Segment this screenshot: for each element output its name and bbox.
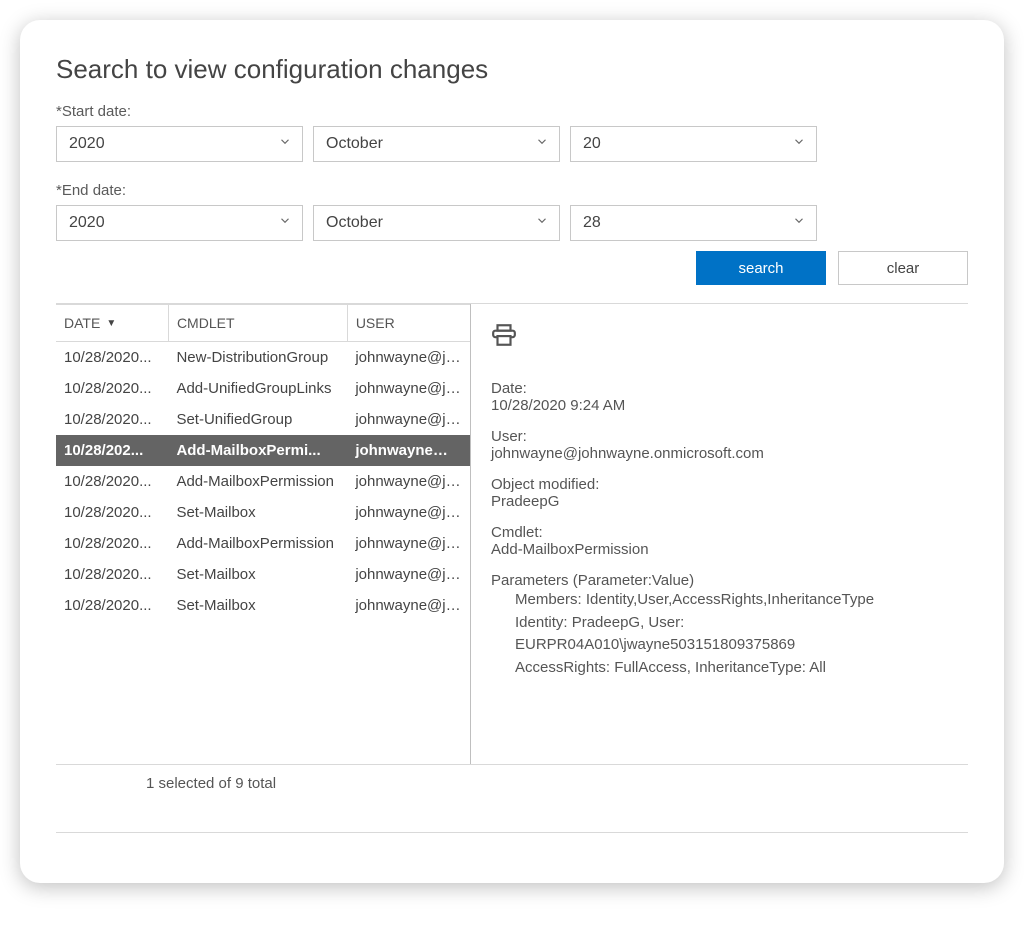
- param-line: Members: Identity,User,AccessRights,Inhe…: [491, 589, 958, 612]
- col-header-date-label: DATE: [64, 315, 100, 331]
- detail-cmdlet-value: Add-MailboxPermission: [491, 541, 958, 558]
- detail-date-value: 10/28/2020 9:24 AM: [491, 397, 958, 414]
- cell-date: 10/28/2020...: [56, 342, 168, 374]
- table-row[interactable]: 10/28/2020...Add-MailboxPermissionjohnwa…: [56, 466, 470, 497]
- table-row[interactable]: 10/28/2020...Set-Mailboxjohnwayne@joh...: [56, 497, 470, 528]
- chevron-down-icon: [792, 135, 806, 154]
- detail-object-value: PradeepG: [491, 493, 958, 510]
- cell-user: johnwayne@joh...: [347, 342, 470, 374]
- cell-date: 10/28/2020...: [56, 404, 168, 435]
- action-row: search clear: [56, 251, 968, 285]
- chevron-down-icon: [278, 214, 292, 233]
- end-year-value: 2020: [69, 214, 105, 232]
- col-header-user[interactable]: USER: [347, 305, 470, 342]
- param-line: AccessRights: FullAccess, InheritanceTyp…: [491, 657, 958, 680]
- table-row[interactable]: 10/28/2020...New-DistributionGroupjohnwa…: [56, 342, 470, 374]
- cell-user: johnwayne@j...: [347, 435, 470, 466]
- cell-cmdlet: Set-Mailbox: [168, 559, 347, 590]
- clear-button[interactable]: clear: [838, 251, 968, 285]
- chevron-down-icon: [535, 214, 549, 233]
- detail-cmdlet-label: Cmdlet:: [491, 524, 958, 541]
- detail-object-label: Object modified:: [491, 476, 958, 493]
- cell-user: johnwayne@joh...: [347, 404, 470, 435]
- selection-status: 1 selected of 9 total: [56, 765, 968, 832]
- start-month-value: October: [326, 135, 383, 153]
- start-month-select[interactable]: October: [313, 126, 560, 162]
- page-title: Search to view configuration changes: [56, 54, 968, 85]
- end-month-select[interactable]: October: [313, 205, 560, 241]
- cell-date: 10/28/2020...: [56, 466, 168, 497]
- end-day-select[interactable]: 28: [570, 205, 817, 241]
- results-pane: DATE ▼ CMDLET USER 10/28/2020...New-Dist…: [56, 304, 968, 764]
- cell-cmdlet: Set-UnifiedGroup: [168, 404, 347, 435]
- cell-cmdlet: Add-MailboxPermission: [168, 466, 347, 497]
- detail-pane: Date: 10/28/2020 9:24 AM User: johnwayne…: [471, 304, 968, 764]
- end-date-row: 2020 October 28: [56, 205, 968, 241]
- start-day-select[interactable]: 20: [570, 126, 817, 162]
- cell-cmdlet: Add-MailboxPermission: [168, 528, 347, 559]
- cell-user: johnwayne@joh...: [347, 528, 470, 559]
- cell-cmdlet: Add-MailboxPermi...: [168, 435, 347, 466]
- end-day-value: 28: [583, 214, 601, 232]
- table-row[interactable]: 10/28/2020...Add-MailboxPermissionjohnwa…: [56, 528, 470, 559]
- results-table-pane: DATE ▼ CMDLET USER 10/28/2020...New-Dist…: [56, 304, 471, 764]
- search-button[interactable]: search: [696, 251, 826, 285]
- start-date-label: *Start date:: [56, 103, 968, 120]
- end-year-select[interactable]: 2020: [56, 205, 303, 241]
- end-date-label: *End date:: [56, 182, 968, 199]
- end-month-value: October: [326, 214, 383, 232]
- table-row[interactable]: 10/28/202...Add-MailboxPermi...johnwayne…: [56, 435, 470, 466]
- cell-cmdlet: New-DistributionGroup: [168, 342, 347, 374]
- table-row[interactable]: 10/28/2020...Set-Mailboxjohnwayne@joh...: [56, 559, 470, 590]
- cell-date: 10/28/2020...: [56, 528, 168, 559]
- cell-cmdlet: Set-Mailbox: [168, 497, 347, 528]
- cell-user: johnwayne@joh...: [347, 590, 470, 621]
- table-row[interactable]: 10/28/2020...Set-Mailboxjohnwayne@joh...: [56, 590, 470, 621]
- start-day-value: 20: [583, 135, 601, 153]
- col-header-cmdlet-label: CMDLET: [177, 315, 235, 331]
- start-date-row: 2020 October 20: [56, 126, 968, 162]
- cell-date: 10/28/202...: [56, 435, 168, 466]
- cell-cmdlet: Set-Mailbox: [168, 590, 347, 621]
- start-year-value: 2020: [69, 135, 105, 153]
- chevron-down-icon: [278, 135, 292, 154]
- detail-params-label: Parameters (Parameter:Value): [491, 572, 958, 589]
- results-table: DATE ▼ CMDLET USER 10/28/2020...New-Dist…: [56, 304, 470, 621]
- detail-date-label: Date:: [491, 380, 958, 397]
- sort-desc-icon: ▼: [106, 318, 116, 329]
- start-year-select[interactable]: 2020: [56, 126, 303, 162]
- cell-cmdlet: Add-UnifiedGroupLinks: [168, 373, 347, 404]
- cell-date: 10/28/2020...: [56, 590, 168, 621]
- param-line: Identity: PradeepG, User: EURPR04A010\jw…: [491, 612, 958, 657]
- cell-user: johnwayne@joh...: [347, 466, 470, 497]
- cell-date: 10/28/2020...: [56, 497, 168, 528]
- table-row[interactable]: 10/28/2020...Add-UnifiedGroupLinksjohnwa…: [56, 373, 470, 404]
- detail-user-value: johnwayne@johnwayne.onmicrosoft.com: [491, 445, 958, 462]
- cell-user: johnwayne@joh...: [347, 497, 470, 528]
- card: Search to view configuration changes *St…: [20, 20, 1004, 883]
- detail-user-label: User:: [491, 428, 958, 445]
- col-header-cmdlet[interactable]: CMDLET: [168, 305, 347, 342]
- cell-user: johnwayne@joh...: [347, 559, 470, 590]
- print-icon[interactable]: [491, 322, 517, 352]
- cell-date: 10/28/2020...: [56, 559, 168, 590]
- col-header-date[interactable]: DATE ▼: [56, 305, 168, 342]
- divider: [56, 832, 968, 833]
- cell-user: johnwayne@joh...: [347, 373, 470, 404]
- table-row[interactable]: 10/28/2020...Set-UnifiedGroupjohnwayne@j…: [56, 404, 470, 435]
- chevron-down-icon: [792, 214, 806, 233]
- chevron-down-icon: [535, 135, 549, 154]
- col-header-user-label: USER: [356, 315, 395, 331]
- cell-date: 10/28/2020...: [56, 373, 168, 404]
